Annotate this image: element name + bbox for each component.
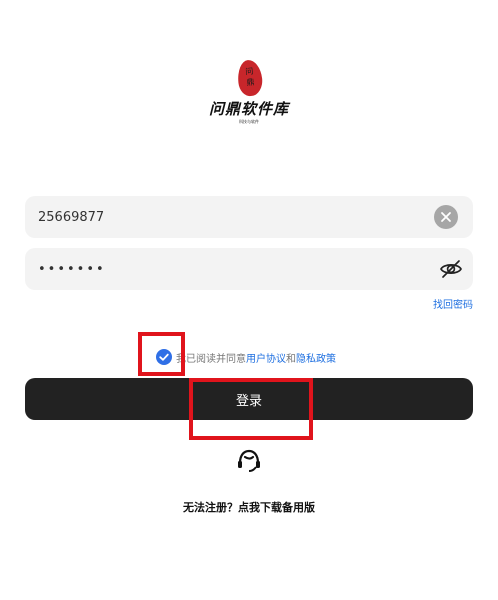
password-field[interactable] <box>25 248 473 290</box>
checkbox-highlight-box <box>138 332 185 376</box>
login-highlight-box <box>189 378 313 440</box>
logo-seal-char-2: 鼎 <box>246 77 255 88</box>
download-backup-link[interactable]: 无法注册？点我下载备用版 <box>0 499 498 515</box>
logo-subtitle: 科技与软件 <box>239 119 259 124</box>
username-input[interactable] <box>38 196 418 238</box>
user-agreement-link[interactable]: 用户协议 <box>246 350 286 365</box>
eye-off-icon[interactable] <box>439 257 463 281</box>
logo-title: 问鼎软件库 <box>208 100 289 118</box>
username-field[interactable] <box>25 196 473 238</box>
agreement-prefix: 我已阅读并同意 <box>176 353 246 365</box>
headset-support-icon[interactable] <box>236 449 262 473</box>
agreement-conjunction: 和 <box>286 353 296 365</box>
clear-input-icon[interactable] <box>434 205 458 229</box>
privacy-policy-link[interactable]: 隐私政策 <box>296 350 336 365</box>
app-logo: 问 鼎 问鼎软件库 科技与软件 <box>0 58 498 130</box>
logo-seal-icon: 问 鼎 <box>236 58 264 98</box>
password-input[interactable] <box>38 248 418 290</box>
forgot-password-link[interactable]: 找回密码 <box>433 296 473 311</box>
logo-seal-char-1: 问 <box>244 66 254 77</box>
